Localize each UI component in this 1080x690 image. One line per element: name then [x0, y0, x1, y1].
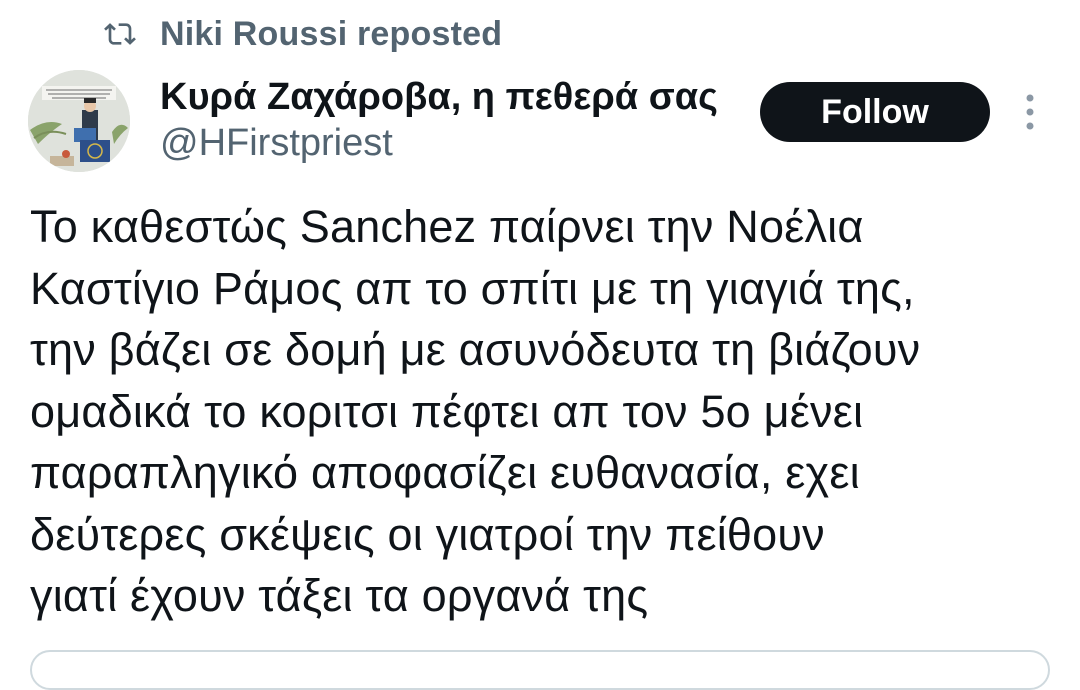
avatar[interactable] — [28, 70, 130, 172]
tweet-text-line: ομαδικά το κοριτσι πέφτει απ τον 5ο μένε… — [30, 385, 864, 437]
tweet-text-line: δεύτερες σκέψεις οι γιατροί την πείθουν — [30, 508, 825, 560]
repost-label: Niki Roussi reposted — [160, 14, 503, 53]
repost-icon — [104, 23, 136, 45]
tweet-text-line: παραπληγικό αποφασίζει ευθανασία, εχει — [30, 447, 860, 498]
tweet-text-line: την βάζει σε δομή με ασυνόδευτα τη βιάζο… — [30, 324, 921, 375]
more-vertical-icon[interactable] — [1016, 92, 1044, 132]
repost-header[interactable]: Niki Roussi reposted — [104, 12, 502, 56]
author-handle[interactable]: @HFirstpriest — [160, 122, 393, 165]
tweet-text-line: Το καθεστώς Sanchez παίρνει την Νοέλια — [30, 201, 864, 252]
tweet-text: Το καθεστώς Sanchez παίρνει την Νοέλια Κ… — [30, 196, 1060, 627]
author-display-name[interactable]: Κυρά Ζαχάροβα, η πεθερά σας — [160, 76, 718, 119]
follow-button[interactable]: Follow — [760, 82, 990, 142]
quoted-card-edge[interactable] — [30, 650, 1050, 690]
avatar-cartoon-image — [28, 70, 130, 172]
tweet-text-line: Καστίγιο Ράμος απ το σπίτι με τη γιαγιά … — [30, 262, 915, 314]
tweet-text-line: γιατί έχουν τάξει τα οργανά της — [30, 570, 649, 621]
